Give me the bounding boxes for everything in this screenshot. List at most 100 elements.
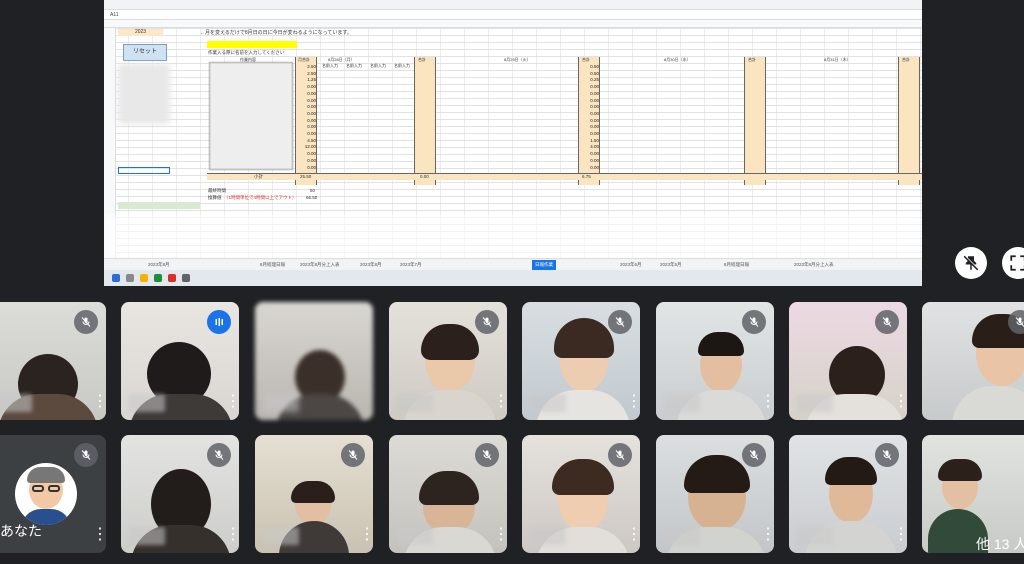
footer-label-2: 換算値: [208, 195, 222, 200]
monthly-total: 25.50: [300, 174, 312, 179]
shared-screen: A11 2023 ←月を変えるだけで8月日の日に今日が変わるようになっています。…: [104, 0, 922, 286]
sheets-icon[interactable]: [154, 274, 162, 282]
total-header: 合計: [418, 57, 426, 62]
more-options-icon[interactable]: ⋮: [626, 392, 640, 412]
more-options-icon[interactable]: ⋮: [92, 392, 106, 412]
more-options-icon[interactable]: ⋮: [760, 525, 774, 545]
more-options-icon[interactable]: ⋮: [225, 392, 239, 412]
more-participants-label[interactable]: 他 13 人: [976, 534, 1024, 554]
day-total-sum: 6.75: [582, 174, 591, 179]
participant-tile[interactable]: ⋮: [121, 435, 239, 553]
name-col-label: 名前入力: [394, 63, 410, 68]
mic-off-icon: [475, 310, 499, 334]
more-options-icon[interactable]: ⋮: [225, 525, 239, 545]
sheet-tabs: 2023年8月 8月経理日報 2023年8月分上入表 2023年8月 2023年…: [104, 258, 922, 270]
more-options-icon[interactable]: ⋮: [92, 525, 106, 545]
participant-tile[interactable]: ⋮: [121, 302, 239, 420]
more-options-icon[interactable]: ⋮: [626, 525, 640, 545]
unpin-button[interactable]: [955, 247, 987, 279]
mic-off-icon: [875, 310, 899, 334]
participant-tile[interactable]: ⋮: [789, 302, 907, 420]
cell: 0.00: [590, 131, 599, 137]
participant-tile[interactable]: ⋮: [522, 302, 640, 420]
cell: 0.25: [590, 77, 599, 83]
more-options-icon[interactable]: ⋮: [760, 392, 774, 412]
fullscreen-icon: [1010, 255, 1024, 271]
sheet-tab[interactable]: 2023年8月: [148, 260, 170, 270]
footer-value-2: 66.50: [306, 195, 318, 200]
mic-off-icon: [207, 443, 231, 467]
participant-tile[interactable]: ⋮: [656, 302, 774, 420]
sheet-tab-active[interactable]: 日報作業: [532, 260, 556, 270]
blurred-name: [797, 394, 833, 412]
sheet-tab[interactable]: 8月経理日報: [260, 260, 285, 270]
participant-tile[interactable]: ⋮: [389, 302, 507, 420]
participant-tile[interactable]: ⋮: [389, 435, 507, 553]
participant-tile[interactable]: [922, 302, 1024, 420]
participant-tile[interactable]: ⋮: [255, 435, 373, 553]
task-column: [209, 62, 293, 170]
blurred-name: [664, 394, 700, 412]
sheet-tab[interactable]: 2023年8月: [360, 260, 382, 270]
formula-bar: A11: [104, 10, 922, 20]
blurred-name: [129, 394, 165, 412]
sheet-tab[interactable]: 8月経理日報: [724, 260, 749, 270]
search-icon[interactable]: [126, 274, 134, 282]
selected-cell[interactable]: [118, 167, 170, 174]
folder-icon[interactable]: [140, 274, 148, 282]
footer-warning: （1時間単位で4時間以上でアウト）: [224, 195, 297, 200]
more-options-icon[interactable]: ⋮: [359, 525, 373, 545]
self-name-label: あなた: [0, 523, 42, 539]
reset-button[interactable]: リセット: [123, 44, 167, 61]
cell: 0.00: [307, 151, 316, 157]
header-note: ←月を変えるだけで8月日の日に今日が変わるようになっています。: [200, 30, 352, 36]
self-tile[interactable]: あなた ⋮: [0, 435, 106, 553]
cell: 0.00: [590, 104, 599, 110]
more-options-icon[interactable]: ⋮: [493, 525, 507, 545]
cell: 0.00: [307, 124, 316, 130]
sheet-tab[interactable]: 2023年8月分上入表: [794, 260, 834, 270]
unpin-icon: [963, 255, 979, 271]
first-total: 0.00: [420, 174, 429, 179]
blurred-name: [129, 527, 165, 545]
participant-tile[interactable]: ⋮: [522, 435, 640, 553]
chrome-icon[interactable]: [168, 274, 176, 282]
name-input-cell[interactable]: [207, 41, 297, 48]
more-options-icon[interactable]: ⋮: [893, 525, 907, 545]
sheet-tab[interactable]: 2023年8月分上入表: [300, 260, 340, 270]
cell: 0.00: [590, 97, 599, 103]
app-icon[interactable]: [182, 274, 190, 282]
cell: 0.00: [307, 131, 316, 137]
more-options-icon[interactable]: ⋮: [893, 392, 907, 412]
sheet-tab[interactable]: 2023年5月: [660, 260, 682, 270]
cell: 0.00: [590, 84, 599, 90]
windows-start-icon[interactable]: [112, 274, 120, 282]
participant-tile[interactable]: ⋮: [0, 302, 106, 420]
fullscreen-button[interactable]: [1002, 247, 1024, 279]
cell: 4.50: [307, 137, 316, 143]
windows-taskbar: [104, 270, 922, 286]
name-col-label: 名前入力: [370, 63, 386, 68]
footer-label-1: 最終時間: [208, 188, 226, 193]
mic-off-icon: [742, 310, 766, 334]
blurred-content: [118, 64, 170, 124]
mic-off-icon: [742, 443, 766, 467]
more-options-icon[interactable]: ⋮: [493, 392, 507, 412]
participant-tile[interactable]: ⋮: [656, 435, 774, 553]
blurred-name: [0, 394, 32, 412]
avatar: [15, 463, 77, 525]
day-total-column-1: [414, 57, 436, 185]
subtotal-row: [207, 173, 922, 180]
total-header: 合計: [748, 57, 756, 62]
mic-off-icon: [74, 310, 98, 334]
cell: 2.50: [307, 70, 316, 76]
day-header-3: 8月30日（水）: [664, 57, 691, 62]
sheet-tab[interactable]: 2023年7月: [400, 260, 422, 270]
cell: 0.00: [590, 117, 599, 123]
mic-off-icon: [74, 443, 98, 467]
cell: 0.00: [307, 104, 316, 110]
sheet-tab[interactable]: 2023年6月: [620, 260, 642, 270]
participant-tile[interactable]: ⋮: [789, 435, 907, 553]
participant-tile[interactable]: [255, 302, 373, 420]
mic-off-icon: [608, 443, 632, 467]
